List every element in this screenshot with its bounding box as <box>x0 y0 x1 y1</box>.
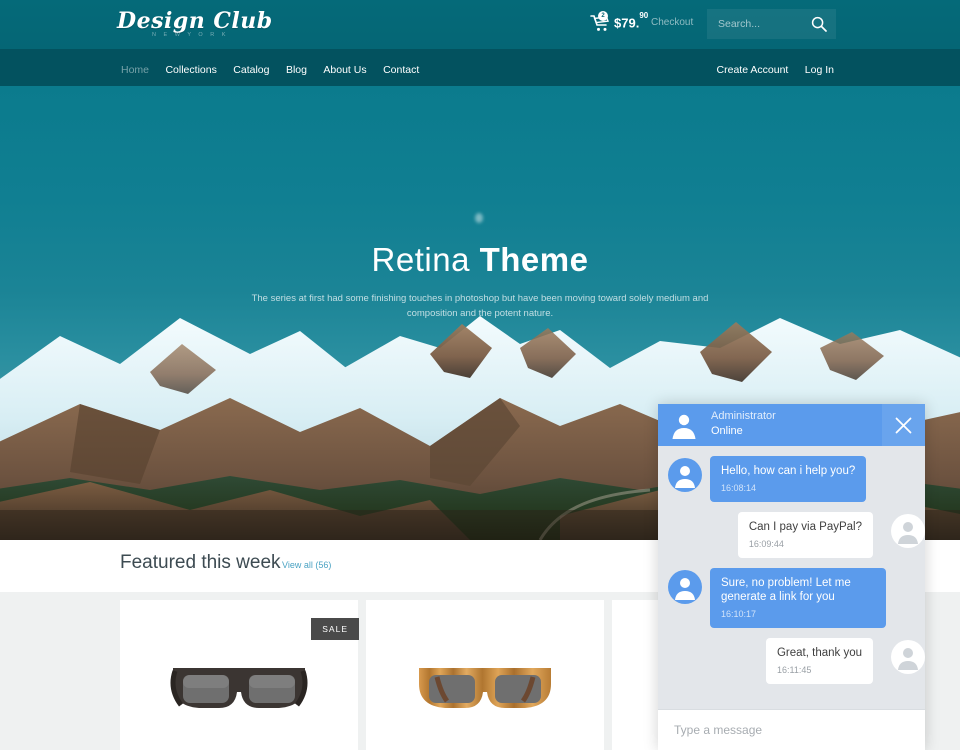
featured-title: Featured this week <box>120 552 281 573</box>
nav-item-about-us[interactable]: About Us <box>323 64 366 76</box>
nav-item-collections[interactable]: Collections <box>165 64 216 76</box>
chat-message-text: Great, thank you <box>776 647 862 659</box>
chat-message-time: 16:09:44 <box>748 539 784 549</box>
nav-item-home[interactable]: Home <box>121 64 149 76</box>
user-avatar-icon <box>670 411 698 439</box>
chat-bubble: Can I pay via PayPal? 16:09:44 <box>737 512 873 558</box>
chat-message-text: Can I pay via PayPal? <box>748 521 862 533</box>
cart-total-cents: 90 <box>639 11 649 20</box>
chat-message-list[interactable]: Hello, how can i help you? 16:08:14 Can … <box>658 446 925 709</box>
nav-item-blog[interactable]: Blog <box>286 64 307 76</box>
nav-item-catalog[interactable]: Catalog <box>233 64 269 76</box>
chat-message-text: Sure, no problem! Let me generate a link… <box>721 577 851 603</box>
main-navigation: Home Collections Catalog Blog About Us C… <box>0 49 960 86</box>
chat-agent-name: Administrator <box>711 410 776 422</box>
chat-message-time: 16:08:14 <box>721 483 757 493</box>
chat-bubble: Great, thank you 16:11:45 <box>765 638 873 684</box>
avatar <box>891 640 925 674</box>
log-in-link[interactable]: Log In <box>805 64 834 76</box>
chat-message-user: Can I pay via PayPal? 16:09:44 <box>658 512 925 558</box>
nav-links-account: Create Account Log In <box>705 60 834 78</box>
chat-message-input[interactable] <box>674 710 909 750</box>
checkout-link[interactable]: Checkout <box>651 17 693 28</box>
top-bar: Design Club N E W Y O R K 2 $79.90 Check… <box>0 0 960 49</box>
search-box[interactable] <box>707 9 836 39</box>
chat-message-agent: Sure, no problem! Let me generate a link… <box>668 568 925 628</box>
chat-input-area <box>658 709 925 750</box>
nav-item-contact[interactable]: Contact <box>383 64 419 76</box>
chat-bubble: Sure, no problem! Let me generate a link… <box>710 568 886 628</box>
cart-badge-count: 2 <box>598 11 608 21</box>
chat-header: Administrator Online <box>658 404 925 446</box>
product-card[interactable] <box>366 600 604 750</box>
site-logo[interactable]: Design Club <box>117 8 273 34</box>
product-card[interactable]: SALE <box>120 600 359 750</box>
magnifier-icon[interactable] <box>811 16 827 32</box>
close-icon[interactable] <box>882 404 925 446</box>
chat-message-agent: Hello, how can i help you? 16:08:14 <box>668 456 925 502</box>
zebra-wood-sunglasses-image <box>419 668 551 708</box>
cart-total: $79.90 <box>614 11 648 31</box>
search-input[interactable] <box>718 9 806 39</box>
chat-agent-status: Online <box>711 425 743 437</box>
avatar <box>668 458 702 492</box>
live-chat-widget: Administrator Online Hello, how can i he… <box>658 404 925 750</box>
dark-wood-sunglasses-image <box>170 668 308 708</box>
status-badge: SALE <box>311 618 359 640</box>
chat-message-text: Hello, how can i help you? <box>721 465 856 477</box>
chat-bubble: Hello, how can i help you? 16:08:14 <box>710 456 867 502</box>
avatar <box>891 514 925 548</box>
chat-message-user: Great, thank you 16:11:45 <box>658 638 925 684</box>
avatar <box>668 570 702 604</box>
site-logo-subtext: N E W Y O R K <box>152 32 229 38</box>
nav-links-primary: Home Collections Catalog Blog About Us C… <box>121 60 431 78</box>
chat-message-time: 16:11:45 <box>776 665 812 675</box>
chat-message-time: 16:10:17 <box>721 609 757 619</box>
cart-total-main: $79. <box>614 15 640 31</box>
create-account-link[interactable]: Create Account <box>717 64 789 76</box>
view-all-link[interactable]: View all (56) <box>282 560 331 570</box>
